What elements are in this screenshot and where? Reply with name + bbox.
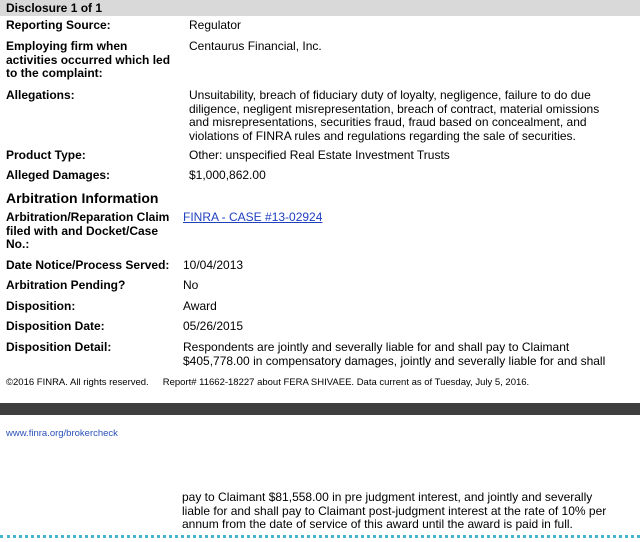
field-label: Disposition Date:	[6, 319, 105, 333]
field-label: Date Notice/Process Served:	[6, 258, 170, 272]
field-label: Product Type:	[6, 148, 86, 162]
field-value: 10/04/2013	[183, 258, 244, 272]
brokercheck-url[interactable]: www.finra.org/brokercheck	[6, 428, 118, 440]
copyright-text: ©2016 FINRA. All rights reserved.	[6, 377, 149, 388]
field-value: Other: unspecified Real Estate Investmen…	[189, 148, 450, 162]
field-value: Regulator	[189, 18, 242, 32]
field-label: Disposition:	[6, 299, 76, 313]
field-label: Employing firm when activities occurred …	[6, 39, 171, 80]
field-value: 05/26/2015	[183, 319, 244, 333]
continuation-text: pay to Claimant $81,558.00 in pre judgme…	[182, 490, 607, 531]
page-footer: ©2016 FINRA. All rights reserved. Report#…	[6, 377, 529, 389]
field-label: Arbitration/Reparation Claim filed with …	[6, 210, 170, 251]
page-break-bar	[0, 403, 640, 415]
report-text: Report# 11662-18227 about FERA SHIVAEE. …	[162, 377, 530, 388]
section-title: Arbitration Information	[6, 190, 159, 206]
field-label: Allegations:	[6, 88, 75, 102]
field-value: Centaurus Financial, Inc.	[189, 39, 322, 53]
disclosure-header: Disclosure 1 of 1	[0, 0, 640, 16]
dotted-divider	[0, 535, 640, 538]
field-value: $1,000,862.00	[189, 168, 266, 182]
field-value: Respondents are jointly and severally li…	[183, 340, 606, 368]
field-value: Unsuitability, breach of fiduciary duty …	[189, 88, 600, 143]
field-label: Disposition Detail:	[6, 340, 112, 354]
field-label: Alleged Damages:	[6, 168, 111, 182]
field-label: Arbitration Pending?	[6, 278, 126, 292]
field-label: Reporting Source:	[6, 18, 111, 32]
field-value: No	[183, 278, 199, 292]
field-value: Award	[183, 299, 217, 313]
case-link[interactable]: FINRA - CASE #13-02924	[183, 210, 322, 224]
